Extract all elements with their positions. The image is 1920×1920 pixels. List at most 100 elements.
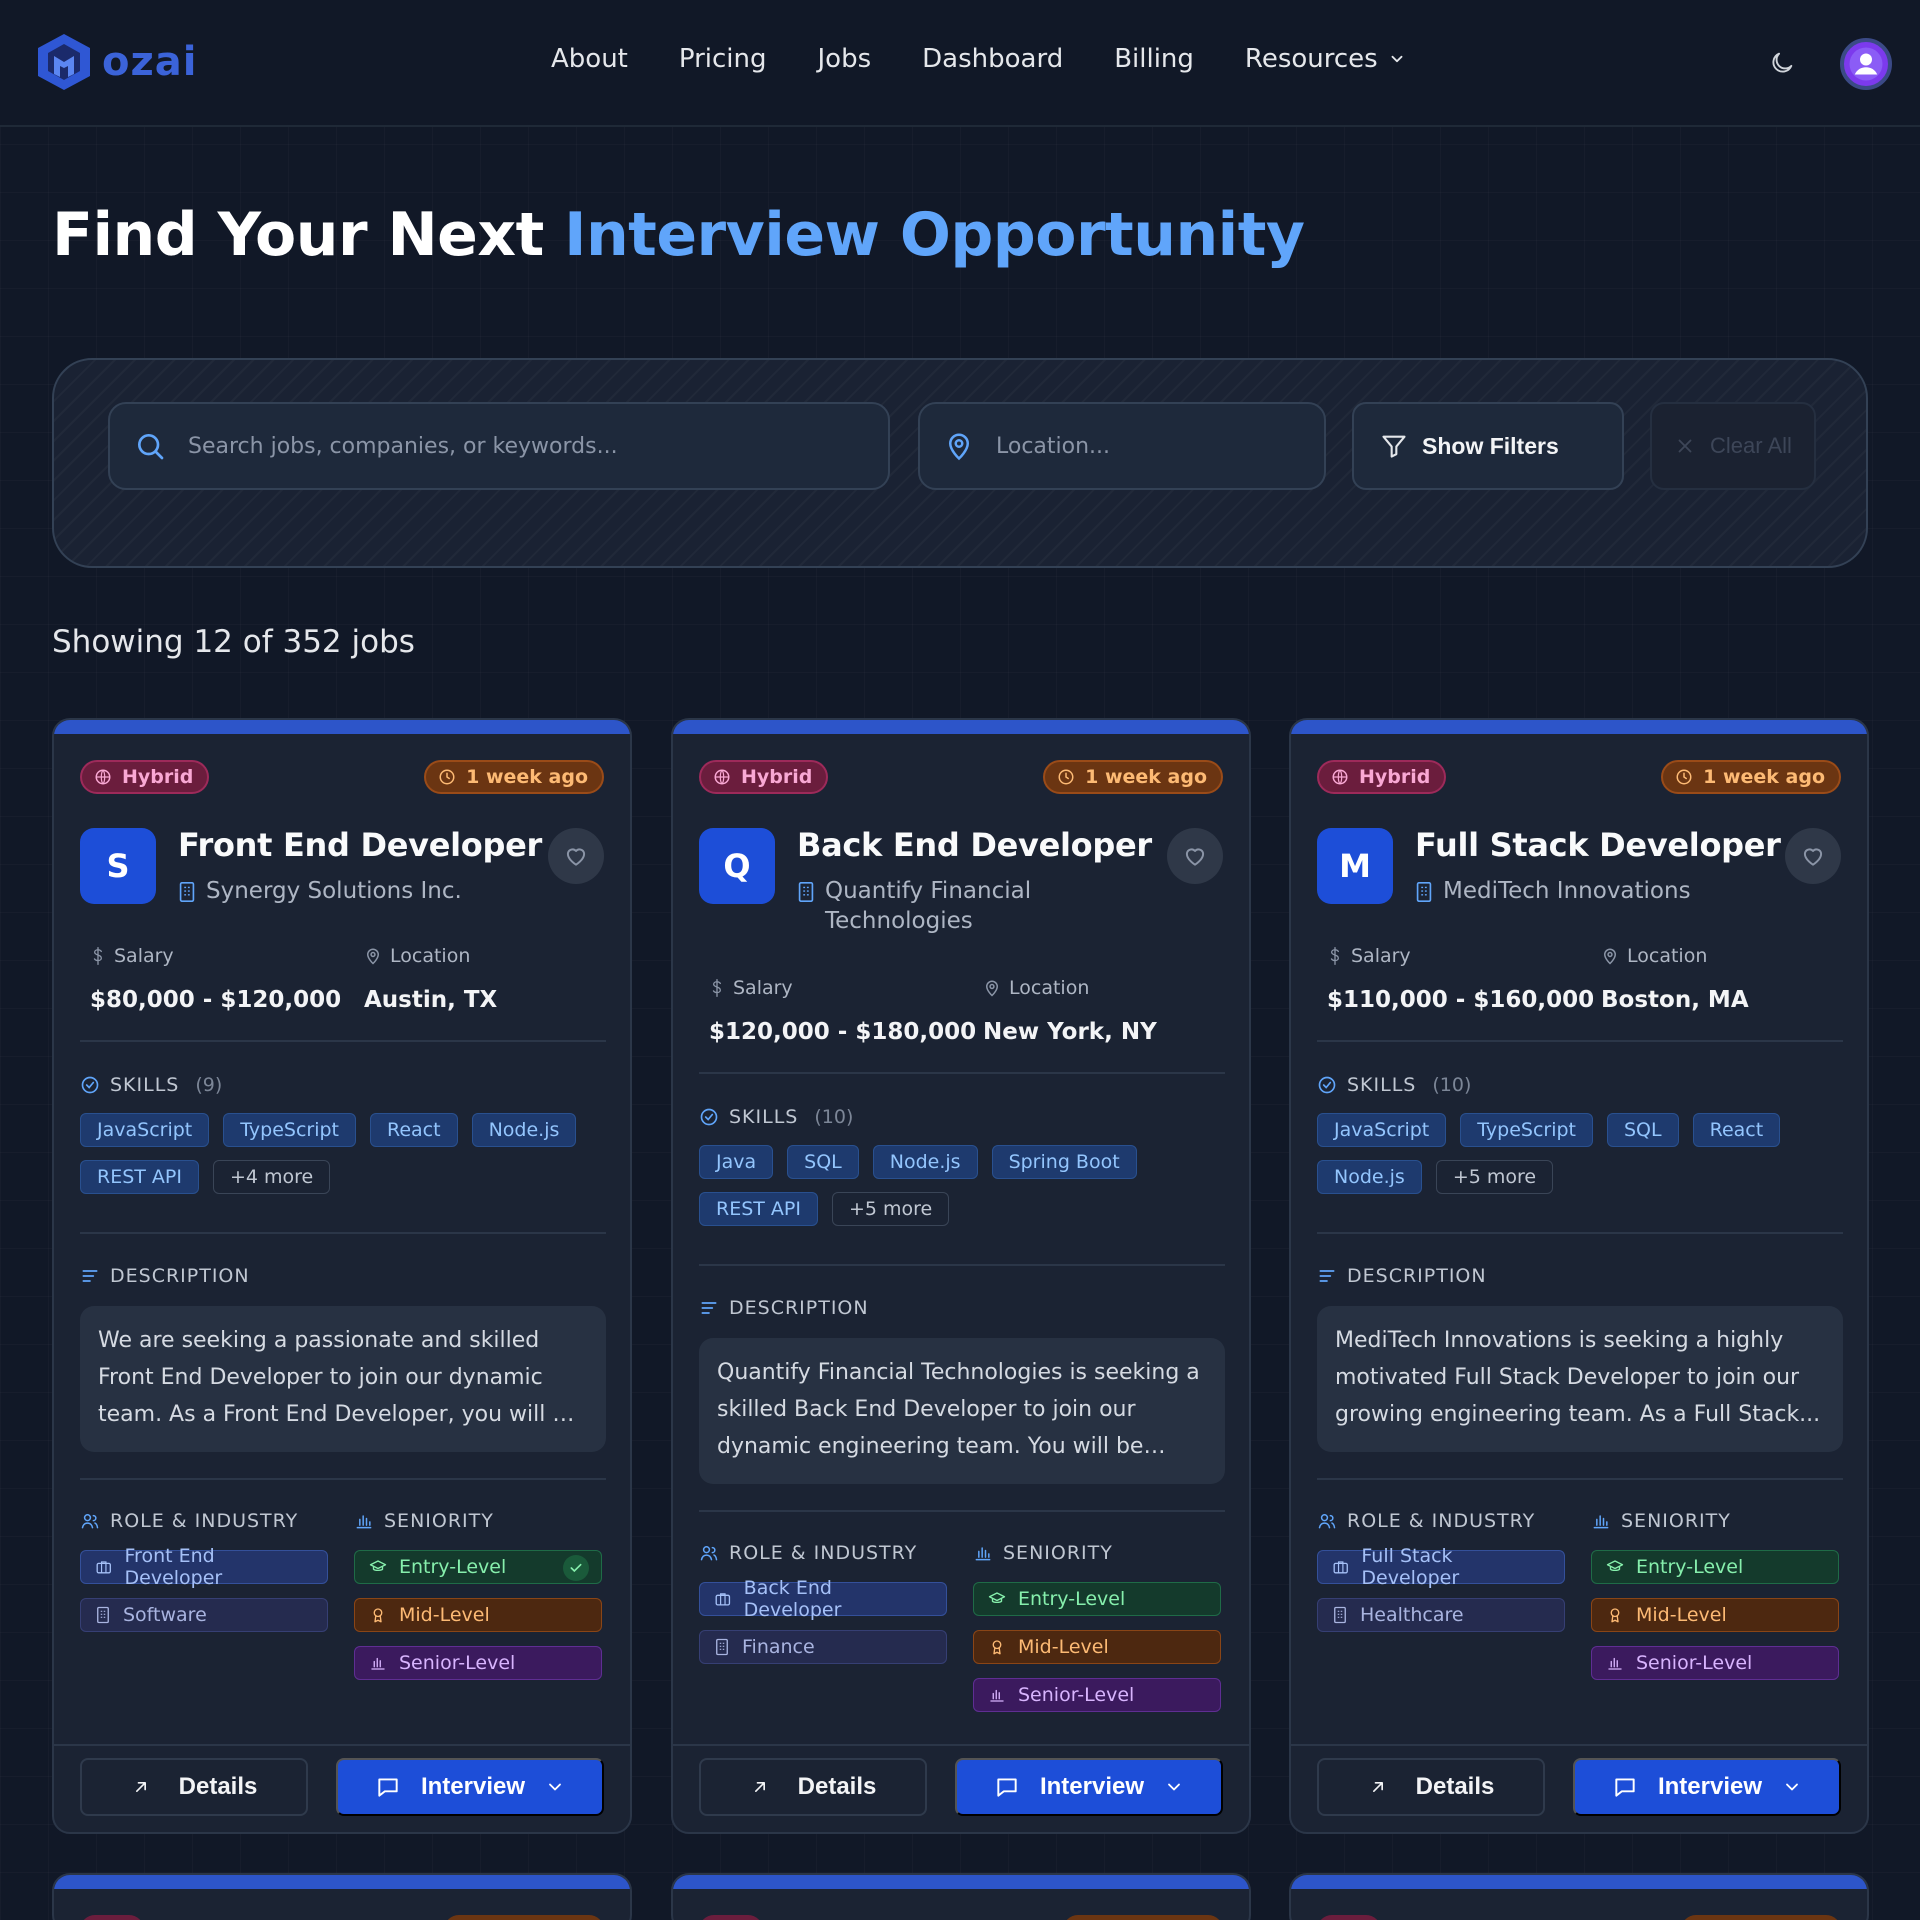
skill-tag[interactable]: Spring Boot (991, 1145, 1137, 1179)
favorite-button[interactable] (1167, 828, 1223, 884)
location-block: Location Austin, TX (364, 945, 497, 1013)
nav-billing[interactable]: Billing (1114, 44, 1194, 74)
description-text: MediTech Innovations is seeking a highly… (1335, 1328, 1821, 1427)
interview-label: Interview (420, 1773, 526, 1800)
briefcase-icon (715, 1593, 731, 1606)
description-heading-text: DESCRIPTION (729, 1297, 869, 1319)
skill-tag[interactable]: JavaScript (1317, 1113, 1447, 1147)
role-chip[interactable]: Back End Developer (699, 1577, 947, 1621)
divider (1317, 1040, 1843, 1042)
text-lines-icon (701, 1302, 717, 1314)
details-button[interactable]: Details (1317, 1758, 1545, 1816)
skill-tag[interactable]: Node.js (1317, 1160, 1422, 1194)
skill-tag[interactable]: TypeScript (1460, 1113, 1593, 1147)
clear-all-label: Clear All (1710, 433, 1792, 458)
skill-tag[interactable]: REST API (80, 1160, 199, 1194)
heart-icon (1185, 848, 1205, 866)
award-icon (1610, 1608, 1620, 1623)
skills-count: (9) (195, 1074, 223, 1096)
job-card-partial (52, 1873, 632, 1920)
seniority-chip-senior[interactable]: Senior-Level (973, 1678, 1221, 1712)
more-skills-tag[interactable]: +5 more (1435, 1160, 1554, 1194)
industry-chip[interactable]: Finance (699, 1630, 947, 1664)
favorite-button[interactable] (1785, 828, 1841, 884)
role-chip[interactable]: Front End Developer (80, 1545, 328, 1589)
nav-pricing[interactable]: Pricing (679, 44, 767, 74)
skill-tag[interactable]: SQL (787, 1145, 859, 1179)
favorite-button[interactable] (548, 828, 604, 884)
seniority-chip-senior[interactable]: Senior-Level (1591, 1646, 1839, 1680)
skills-heading: SKILLS (10) (699, 1106, 853, 1128)
user-avatar[interactable] (1840, 38, 1892, 90)
theme-toggle-button[interactable] (1768, 49, 1796, 80)
industry-chip[interactable]: Software (80, 1598, 328, 1632)
skill-tag[interactable]: TypeScript (223, 1113, 356, 1147)
close-icon (1678, 439, 1692, 453)
seniority-chip-entry[interactable]: Entry-Level (973, 1582, 1221, 1616)
seniority-heading-text: SENIORITY (1003, 1542, 1113, 1564)
badge-check-icon (1318, 1076, 1336, 1094)
job-title[interactable]: Front End Developer (178, 826, 542, 864)
seniority-chip-mid[interactable]: Mid-Level (1591, 1598, 1839, 1632)
moon-icon (1772, 52, 1793, 72)
skill-tag[interactable]: React (370, 1113, 458, 1147)
work-type-label: Hybrid (122, 766, 194, 788)
show-filters-button[interactable]: Show Filters (1352, 402, 1624, 490)
message-square-icon (1615, 1778, 1635, 1797)
company-name: Quantify Financial Technologies (797, 876, 1097, 936)
details-button[interactable]: Details (80, 1758, 308, 1816)
company-name-text: MediTech Innovations (1443, 878, 1691, 904)
posted-badge (444, 1915, 604, 1920)
seniority-chip-entry[interactable]: Entry-Level (354, 1550, 602, 1584)
logo-icon (38, 34, 90, 90)
skill-tag[interactable]: React (1692, 1113, 1781, 1147)
work-type-badge: Hybrid (699, 760, 829, 794)
salary-label-text: Salary (114, 945, 174, 967)
top-navbar: ozai About Pricing Jobs Dashboard Billin… (0, 0, 1920, 127)
location-input[interactable] (996, 433, 1300, 459)
role-chip[interactable]: Full Stack Developer (1317, 1545, 1565, 1589)
user-avatar-icon (1849, 47, 1883, 81)
skill-tag[interactable]: SQL (1607, 1113, 1679, 1147)
role-industry-list: Full Stack Developer Healthcare (1317, 1545, 1565, 1646)
posted-badge: 1 week ago (424, 760, 604, 794)
job-title[interactable]: Full Stack Developer (1415, 826, 1781, 864)
skill-tag[interactable]: Java (699, 1145, 774, 1179)
seniority-chip-entry[interactable]: Entry-Level (1591, 1550, 1839, 1584)
card-accent-bar (1291, 1875, 1867, 1889)
seniority-list: Entry-Level Mid-Level Senior-Level (973, 1582, 1221, 1726)
details-button[interactable]: Details (699, 1758, 927, 1816)
interview-button[interactable]: Interview (336, 1758, 604, 1816)
description-box: We are seeking a passionate and skilled … (80, 1306, 606, 1452)
building-icon (97, 1606, 109, 1624)
nav-dashboard[interactable]: Dashboard (922, 44, 1063, 74)
seniority-chip-senior[interactable]: Senior-Level (354, 1646, 602, 1680)
interview-button[interactable]: Interview (955, 1758, 1223, 1816)
skill-tag[interactable]: REST API (699, 1192, 818, 1226)
building-icon (716, 1638, 728, 1656)
search-box[interactable] (108, 402, 890, 490)
salary-block: Salary $110,000 - $160,000 (1327, 945, 1594, 1013)
nav-about[interactable]: About (551, 44, 628, 74)
more-skills-tag[interactable]: +4 more (212, 1160, 331, 1194)
more-skills-tag[interactable]: +5 more (831, 1192, 950, 1226)
nav-jobs[interactable]: Jobs (818, 44, 872, 74)
seniority-chip-mid[interactable]: Mid-Level (354, 1598, 602, 1632)
company-name: MediTech Innovations (1415, 876, 1715, 906)
skill-tag[interactable]: Node.js (872, 1145, 978, 1179)
seniority-senior-label: Senior-Level (1636, 1652, 1753, 1674)
skill-tag[interactable]: JavaScript (80, 1113, 210, 1147)
description-heading: DESCRIPTION (1317, 1265, 1487, 1287)
brand-logo[interactable]: ozai (32, 30, 197, 94)
skills-count: (10) (814, 1106, 854, 1128)
search-input[interactable] (188, 433, 792, 459)
skill-tag[interactable]: Node.js (471, 1113, 577, 1147)
clear-all-button[interactable]: Clear All (1650, 402, 1816, 490)
card-actions: Details Interview (1291, 1744, 1867, 1832)
location-box[interactable] (918, 402, 1326, 490)
job-title[interactable]: Back End Developer (797, 826, 1152, 864)
seniority-chip-mid[interactable]: Mid-Level (973, 1630, 1221, 1664)
nav-resources-dropdown[interactable]: Resources (1245, 44, 1406, 74)
industry-chip[interactable]: Healthcare (1317, 1598, 1565, 1632)
interview-button[interactable]: Interview (1573, 1758, 1841, 1816)
